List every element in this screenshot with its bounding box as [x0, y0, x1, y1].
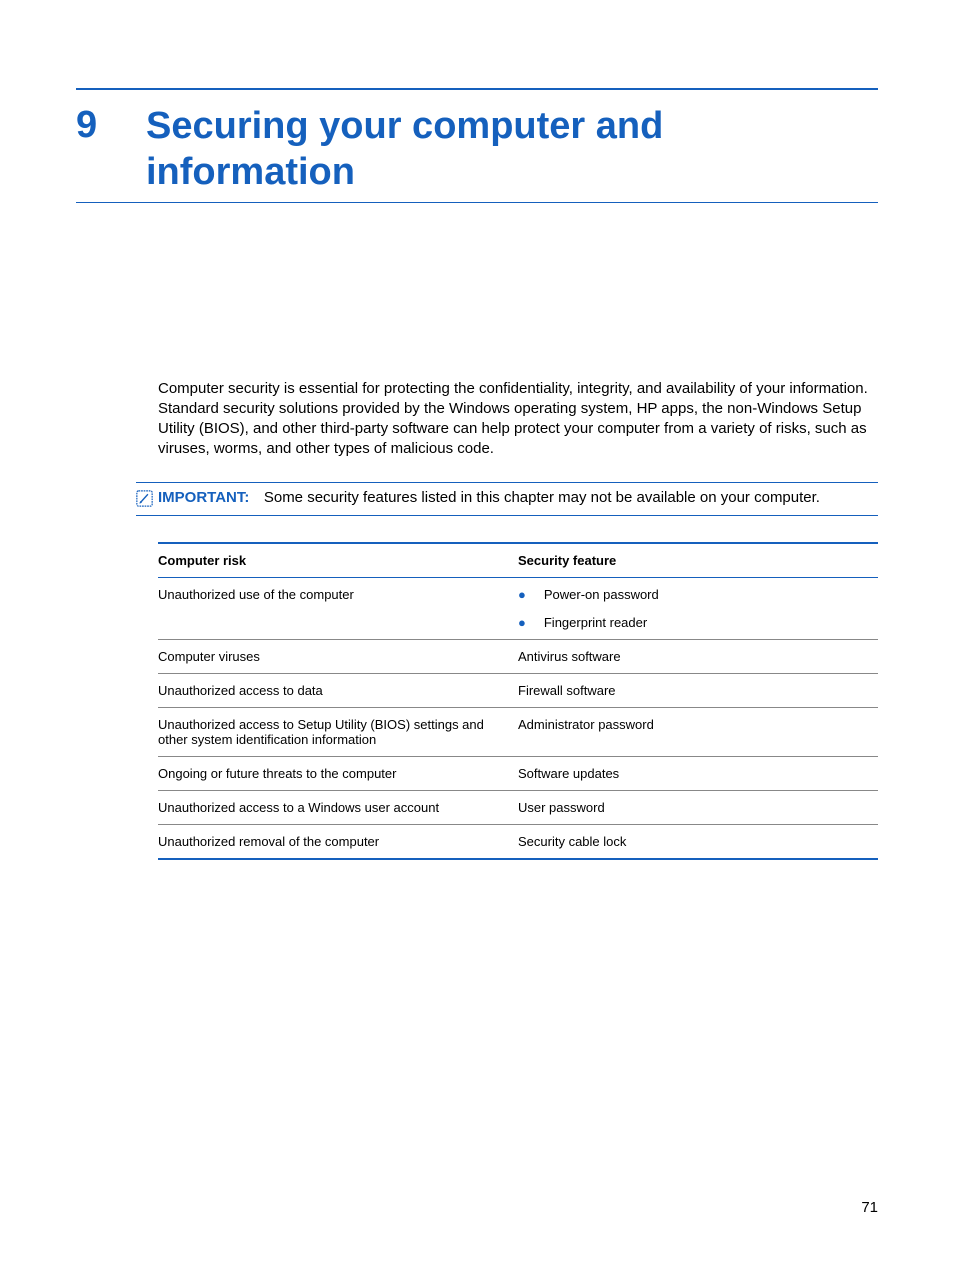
- table-row: Unauthorized removal of the computer Sec…: [158, 825, 878, 860]
- note-text: Some security features listed in this ch…: [264, 489, 820, 506]
- risk-cell: Unauthorized access to data: [158, 674, 518, 708]
- feature-bullet-list: ● Power-on password ● Fingerprint reader: [518, 587, 858, 630]
- list-item: ● Fingerprint reader: [518, 615, 858, 630]
- table-row: Computer viruses Antivirus software: [158, 640, 878, 674]
- intro-paragraph: Computer security is essential for prote…: [158, 379, 878, 458]
- feature-cell: Antivirus software: [518, 640, 878, 674]
- risk-cell: Unauthorized removal of the computer: [158, 825, 518, 860]
- table-header-feature: Security feature: [518, 543, 878, 578]
- risk-cell: Unauthorized access to a Windows user ac…: [158, 791, 518, 825]
- top-rule: [76, 88, 878, 90]
- feature-cell: ● Power-on password ● Fingerprint reader: [518, 578, 878, 640]
- feature-cell: User password: [518, 791, 878, 825]
- feature-text: Fingerprint reader: [544, 615, 647, 630]
- note-icon: [136, 490, 153, 507]
- risk-cell: Computer viruses: [158, 640, 518, 674]
- risk-cell: Unauthorized use of the computer: [158, 578, 518, 640]
- note-label: IMPORTANT:: [158, 489, 249, 506]
- feature-cell: Firewall software: [518, 674, 878, 708]
- table-row: Unauthorized access to a Windows user ac…: [158, 791, 878, 825]
- chapter-heading: 9 Securing your computer and information: [76, 104, 878, 195]
- page-number: 71: [861, 1199, 878, 1216]
- chapter-title: Securing your computer and information: [146, 104, 878, 195]
- table-row: Unauthorized access to Setup Utility (BI…: [158, 708, 878, 757]
- chapter-rule: [76, 202, 878, 203]
- feature-cell: Software updates: [518, 757, 878, 791]
- bullet-icon: ●: [518, 588, 526, 601]
- feature-cell: Administrator password: [518, 708, 878, 757]
- table-row: Unauthorized use of the computer ● Power-…: [158, 578, 878, 640]
- risk-feature-table: Computer risk Security feature Unauthori…: [158, 542, 878, 860]
- chapter-number: 9: [76, 104, 116, 148]
- list-item: ● Power-on password: [518, 587, 858, 615]
- feature-cell: Security cable lock: [518, 825, 878, 860]
- table-row: Unauthorized access to data Firewall sof…: [158, 674, 878, 708]
- table-row: Ongoing or future threats to the compute…: [158, 757, 878, 791]
- table-header-risk: Computer risk: [158, 543, 518, 578]
- risk-cell: Ongoing or future threats to the compute…: [158, 757, 518, 791]
- table-header-row: Computer risk Security feature: [158, 543, 878, 578]
- important-note: IMPORTANT: Some security features listed…: [136, 482, 878, 516]
- risk-cell: Unauthorized access to Setup Utility (BI…: [158, 708, 518, 757]
- bullet-icon: ●: [518, 616, 526, 629]
- feature-text: Power-on password: [544, 587, 659, 602]
